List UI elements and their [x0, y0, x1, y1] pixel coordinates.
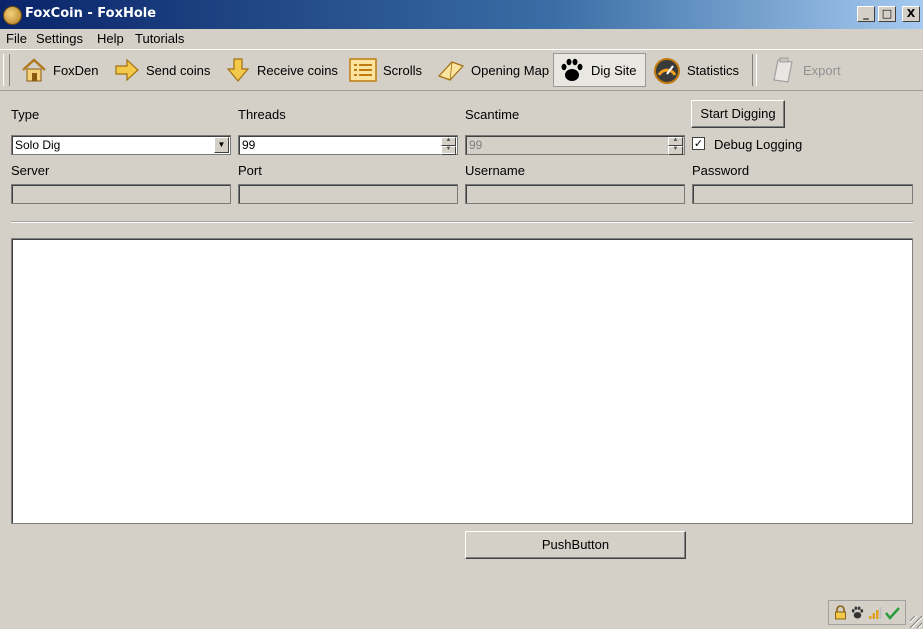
- toolbar-foxden-button[interactable]: FoxDen: [16, 53, 103, 87]
- clipboard-icon: [773, 57, 793, 83]
- toolbar-separator: [752, 54, 757, 86]
- server-field: [11, 184, 231, 204]
- toolbar-receive-coins-label: Receive coins: [257, 62, 338, 78]
- toolbar-scrolls-button[interactable]: Scrolls: [344, 53, 426, 87]
- debug-logging-checkbox[interactable]: ✓: [692, 137, 705, 150]
- divider: [11, 221, 913, 223]
- toolbar-opening-map-label: Opening Map: [471, 62, 550, 78]
- port-label: Port: [238, 163, 262, 178]
- type-select-value: Solo Dig: [15, 138, 61, 152]
- type-label: Type: [11, 107, 40, 122]
- minimize-button[interactable]: _: [857, 6, 875, 22]
- menu-settings[interactable]: Settings: [36, 31, 83, 46]
- push-button[interactable]: PushButton: [465, 531, 686, 559]
- menu-help[interactable]: Help: [97, 31, 124, 46]
- port-field: [238, 184, 458, 204]
- menu-bar: File Settings Help Tutorials: [0, 29, 923, 49]
- toolbar-grip[interactable]: [3, 54, 10, 86]
- toolbar-statistics-label: Statistics: [687, 62, 740, 78]
- log-output-area[interactable]: [11, 238, 913, 524]
- toolbar-scrolls-label: Scrolls: [383, 62, 423, 78]
- type-select[interactable]: Solo Dig ▼: [11, 135, 231, 155]
- username-label: Username: [465, 163, 525, 178]
- paw-icon: [851, 606, 863, 619]
- toolbar-dig-site-label: Dig Site: [591, 62, 637, 78]
- toolbar-opening-map-button[interactable]: Opening Map: [432, 53, 553, 87]
- gauge-icon: [654, 58, 680, 84]
- password-field: [692, 184, 913, 204]
- toolbar: FoxDen Send coins Receive coins Scrolls …: [0, 49, 923, 91]
- toolbar-statistics-button[interactable]: Statistics: [648, 53, 743, 87]
- scantime-spinbox: 99 ▲ ▼: [465, 135, 685, 155]
- title-bar: FoxCoin - FoxHole _ □ X: [0, 0, 923, 29]
- start-digging-button[interactable]: Start Digging: [691, 100, 785, 128]
- list-icon: [349, 58, 377, 82]
- spin-up-icon[interactable]: ▲: [441, 137, 456, 146]
- lock-icon: [834, 605, 846, 620]
- server-label: Server: [11, 163, 50, 178]
- menu-tutorials[interactable]: Tutorials: [135, 31, 184, 46]
- toolbar-export-button[interactable]: Export: [764, 53, 845, 87]
- scantime-value: 99: [469, 138, 483, 152]
- spin-up-icon: ▲: [668, 137, 683, 146]
- foxcoin-app-icon: [3, 6, 22, 25]
- toolbar-dig-site-button[interactable]: Dig Site: [553, 53, 646, 87]
- toolbar-foxden-label: FoxDen: [53, 62, 99, 78]
- house-icon: [22, 58, 46, 82]
- spin-down-icon[interactable]: ▼: [441, 146, 456, 155]
- checkmark-icon: [885, 606, 901, 620]
- menu-file[interactable]: File: [6, 31, 27, 46]
- threads-spin-buttons[interactable]: ▲ ▼: [441, 137, 456, 155]
- password-label: Password: [692, 163, 750, 178]
- resize-grip[interactable]: [910, 616, 922, 628]
- scantime-label: Scantime: [465, 107, 520, 122]
- window-title: FoxCoin - FoxHole: [25, 6, 157, 21]
- arrow-down-icon: [226, 58, 250, 82]
- signal-bars-icon: [869, 606, 882, 619]
- chevron-down-icon[interactable]: ▼: [214, 137, 229, 153]
- toolbar-send-coins-label: Send coins: [146, 62, 211, 78]
- spin-down-icon: ▼: [668, 146, 683, 155]
- maximize-button[interactable]: □: [878, 6, 896, 22]
- status-bar-icons: [828, 600, 906, 625]
- threads-value: 99: [242, 138, 256, 152]
- toolbar-receive-coins-button[interactable]: Receive coins: [220, 53, 342, 87]
- threads-spinbox[interactable]: 99 ▲ ▼: [238, 135, 458, 155]
- toolbar-send-coins-button[interactable]: Send coins: [109, 53, 214, 87]
- scantime-spin-buttons: ▲ ▼: [668, 137, 683, 155]
- arrow-right-icon: [115, 58, 139, 82]
- debug-logging-label: Debug Logging: [714, 137, 803, 152]
- username-field: [465, 184, 685, 204]
- paw-icon: [561, 58, 583, 81]
- toolbar-export-label: Export: [803, 62, 841, 78]
- map-icon: [437, 61, 465, 81]
- close-button[interactable]: X: [902, 6, 920, 22]
- threads-label: Threads: [238, 107, 286, 122]
